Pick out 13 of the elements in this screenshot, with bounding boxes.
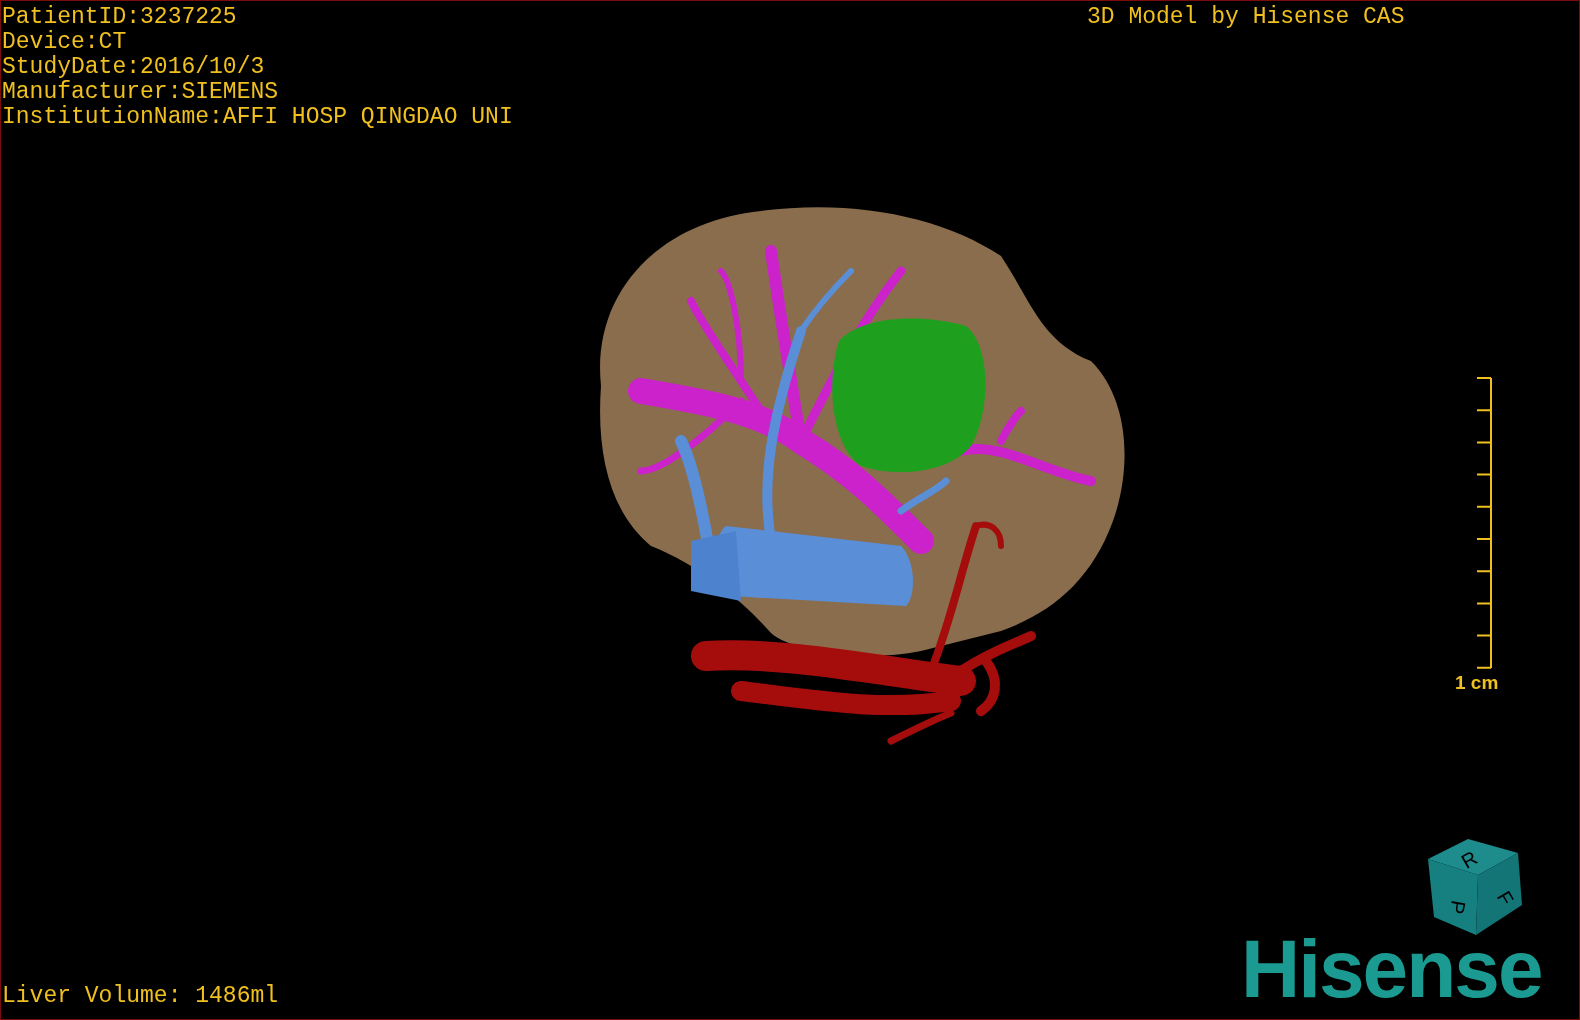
cube-face-label: R — [1457, 846, 1481, 873]
viewer-title: 3D Model by Hisense CAS — [1087, 5, 1405, 30]
scale-label: 1 cm — [1455, 673, 1499, 693]
patient-info-line: PatientID:3237225 — [2, 5, 237, 30]
patient-info-line: StudyDate:2016/10/3 — [2, 55, 265, 80]
cube-face-label: F — [1492, 887, 1519, 909]
patient-info-line: Device:CT — [2, 30, 127, 55]
orientation-cube-drawing[interactable] — [1428, 839, 1522, 935]
liver-volume-text: Liver Volume: 1486ml — [2, 984, 279, 1009]
brand-logo: Hisense — [1241, 929, 1542, 1009]
patient-info-line: InstitutionName:AFFI HOSP QINGDAO UNI — [2, 105, 513, 130]
patient-info-line: Manufacturer:SIEMENS — [2, 80, 279, 105]
cube-face-label: P — [1445, 898, 1470, 916]
